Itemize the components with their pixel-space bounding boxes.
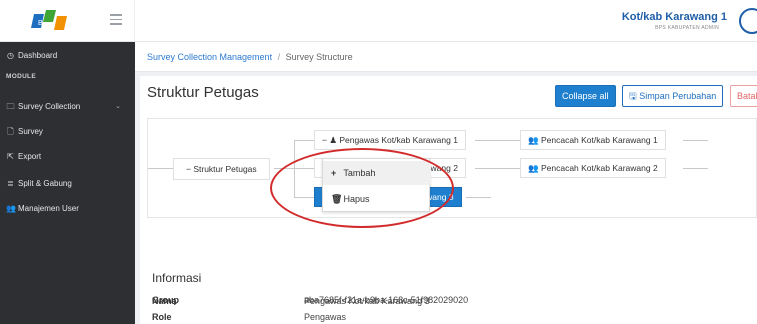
save-icon: 🖫 [629,91,637,101]
tree-connector [294,168,314,169]
sidebar-section-label: MODULE [6,73,36,80]
tree-connector [148,168,173,169]
context-menu-delete[interactable]: 🗑 Hapus [323,187,431,211]
collapse-user-icon[interactable]: − ♟ [322,135,337,145]
user-avatar[interactable] [739,8,757,34]
structure-tree: − Struktur Petugas − ♟ Pengawas Kot/kab … [147,118,757,218]
database-icon: ≣ [7,179,14,188]
tree-node-label: Pengawas Kot/kab Karawang 1 [339,135,458,145]
breadcrumb-bar: Survey Collection Management / Survey St… [135,42,757,72]
page-title: Struktur Petugas [147,84,259,101]
tree-connector [683,140,708,141]
info-value: aba7685f-f21a-b9ba-168c-51f982029020 [304,295,469,305]
tree-node-enumerator[interactable]: 👥 Pencacah Kot/kab Karawang 1 [520,130,666,150]
dashboard-icon: ◷ [7,51,14,60]
tree-node-label: Pencacah Kot/kab Karawang 2 [540,163,658,173]
sidebar-item-manajemen-user[interactable]: 👥 Manajemen User [0,200,135,218]
collapse-icon[interactable]: − [186,164,191,174]
users-icon: 👥 [528,163,539,173]
bps-logo[interactable]: B [30,8,70,34]
tree-node-label: Struktur Petugas [193,164,257,174]
structure-card: Struktur Petugas Collapse all 🖫 Simpan P… [140,76,757,324]
context-menu-add[interactable]: + Tambah [323,161,431,185]
tree-connector [294,140,314,141]
tree-connector [475,140,520,141]
tree-node-enumerator[interactable]: 👥 Pencacah Kot/kab Karawang 2 [520,158,666,178]
sidebar-item-survey-collection[interactable]: 🗀 Survey Collection ⌄ [0,98,135,116]
context-menu-label: Hapus [343,194,370,204]
tree-node-label: Pencacah Kot/kab Karawang 1 [540,135,658,145]
main-content: Survey Collection Management / Survey St… [135,42,757,324]
save-changes-button[interactable]: 🖫 Simpan Perubahan [622,85,724,107]
tree-node-root[interactable]: − Struktur Petugas [173,158,270,180]
breadcrumb-current: Survey Structure [285,52,353,62]
sidebar-item-label: Survey Collection [18,102,81,111]
folder-icon: 🗀 [6,102,15,111]
info-title: Informasi [152,271,202,285]
sidebar: ◷ Dashboard MODULE 🗀 Survey Collection ⌄… [0,42,135,324]
chevron-down-icon: ⌄ [115,103,121,110]
sidebar-item-label: Split & Gabung [18,179,72,188]
users-icon: 👥 [6,204,16,213]
sidebar-item-label: Survey [18,127,43,136]
sidebar-item-split-gabung[interactable]: ≣ Split & Gabung [0,175,135,193]
user-role: BPS KABUPATEN ADMIN [655,25,719,31]
logo-area: B [0,0,135,42]
cancel-button[interactable]: Batal [730,85,757,107]
breadcrumb-separator: / [277,52,281,62]
tree-connector [475,168,520,169]
sidebar-item-survey[interactable]: 🗋 Survey [0,123,135,141]
sidebar-item-label: Manajemen User [18,204,79,213]
breadcrumb-link[interactable]: Survey Collection Management [147,52,272,62]
tree-connector [683,168,708,169]
tree-connector [466,197,491,198]
plus-icon: + [331,168,337,178]
collapse-all-button[interactable]: Collapse all [555,85,616,107]
top-bar: B Kot/kab Karawang 1 BPS KABUPATEN ADMIN [0,0,757,42]
info-key: Group [152,295,179,305]
sidebar-item-label: Export [18,152,42,161]
tree-node-supervisor[interactable]: − ♟ Pengawas Kot/kab Karawang 1 [314,130,466,150]
sidebar-item-label: Dashboard [18,51,58,60]
svg-text:B: B [38,20,43,27]
user-name[interactable]: Kot/kab Karawang 1 [622,11,727,23]
tree-connector [294,197,314,198]
export-icon: ⇱ [7,152,14,161]
save-changes-label: Simpan Perubahan [639,91,717,101]
info-value: Pengawas [304,312,347,322]
context-menu: + Tambah 🗑 Hapus [322,158,431,212]
users-icon: 👥 [528,135,539,145]
context-menu-label: Tambah [343,168,376,178]
trash-icon: 🗑 [331,194,343,204]
file-icon: 🗋 [7,127,14,136]
tree-connector [294,140,295,198]
sidebar-item-dashboard[interactable]: ◷ Dashboard [0,47,135,65]
menu-toggle-icon[interactable] [110,14,122,25]
breadcrumb: Survey Collection Management / Survey St… [147,52,353,62]
info-key: Role [152,312,172,322]
sidebar-item-export[interactable]: ⇱ Export [0,148,135,166]
